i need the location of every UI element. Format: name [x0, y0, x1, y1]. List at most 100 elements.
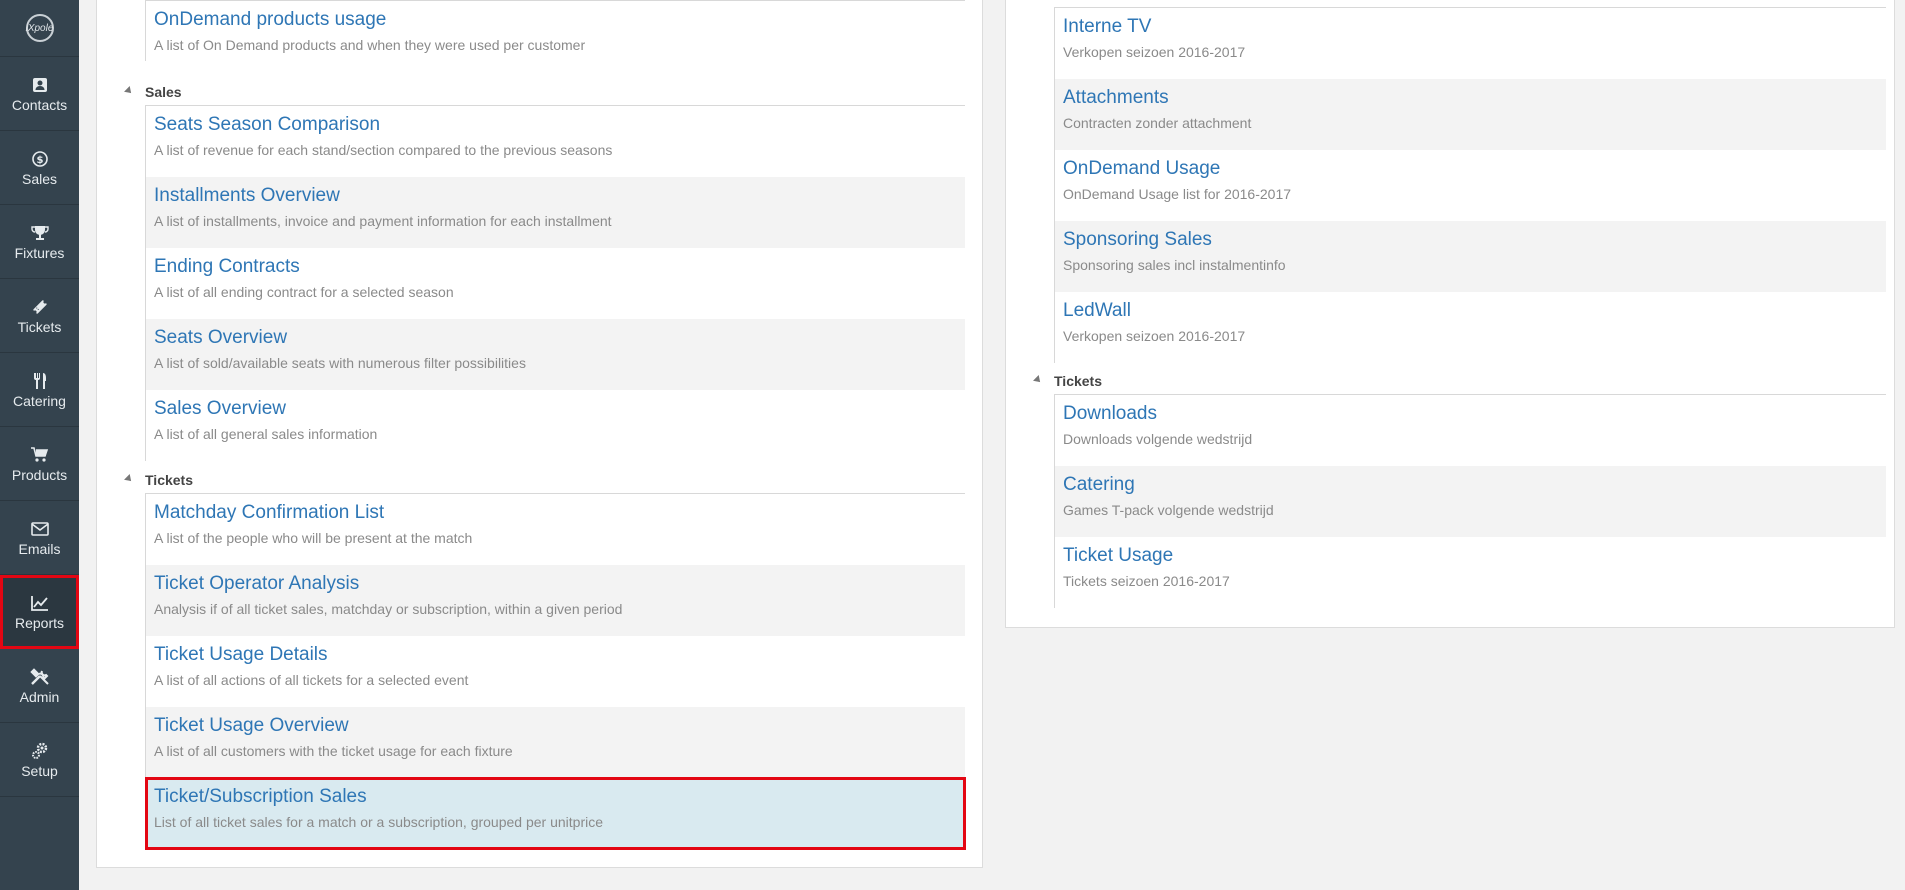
tools-icon [29, 667, 50, 687]
group-name: Tickets [1054, 373, 1102, 389]
report-description: A list of the people who will be present… [154, 530, 473, 546]
report-title-link[interactable]: LedWall [1063, 297, 1878, 325]
report-item-installments-overview[interactable]: Installments Overview A list of installm… [146, 177, 965, 248]
report-list: Downloads Downloads volgende wedstrijd C… [1054, 394, 1886, 608]
report-item-downloads[interactable]: Downloads Downloads volgende wedstrijd [1055, 395, 1886, 466]
report-list: OnDemand products usage A list of On Dem… [145, 0, 965, 61]
group-name: Sales [145, 84, 182, 100]
report-description: A list of all ending contract for a sele… [154, 284, 454, 300]
report-item-ledwall[interactable]: LedWall Verkopen seizoen 2016-2017 [1055, 292, 1886, 363]
sidebar-item-label: Sales [21, 170, 58, 187]
report-title-link[interactable]: Seats Season Comparison [154, 111, 957, 139]
group-header[interactable]: Tickets [124, 465, 965, 493]
collapse-triangle-icon[interactable] [124, 474, 134, 484]
report-item-matchday-confirmation-list[interactable]: Matchday Confirmation List A list of the… [146, 494, 965, 565]
dollar-icon: $ [31, 149, 48, 169]
report-description: Tickets seizoen 2016-2017 [1063, 573, 1230, 589]
collapse-triangle-icon[interactable] [1033, 375, 1043, 385]
report-description: Contracten zonder attachment [1063, 115, 1252, 131]
sidebar-item-label: Admin [19, 688, 60, 705]
report-title-link[interactable]: Ticket Usage [1063, 542, 1878, 570]
report-item-sales-overview[interactable]: Sales Overview A list of all general sal… [146, 390, 965, 461]
report-item-ondemand-products-usage[interactable]: OnDemand products usage A list of On Dem… [146, 1, 965, 61]
sidebar-item-label: Contacts [11, 96, 68, 113]
svg-text:$: $ [36, 155, 43, 166]
gears-icon [30, 741, 50, 761]
sidebar-item-products[interactable]: Products [0, 427, 79, 501]
report-title-link[interactable]: Sponsoring Sales [1063, 226, 1878, 254]
report-group-sales: Sales Seats Season Comparison A list of … [124, 77, 965, 461]
sidebar-item-sales[interactable]: $ Sales [0, 131, 79, 205]
group-header[interactable]: Tickets [1033, 366, 1886, 394]
sidebar-item-tickets[interactable]: Tickets [0, 279, 79, 353]
sidebar-item-setup[interactable]: Setup [0, 723, 79, 797]
report-title-link[interactable]: Catering [1063, 471, 1878, 499]
report-item-seats-overview[interactable]: Seats Overview A list of sold/available … [146, 319, 965, 390]
report-title-link[interactable]: Downloads [1063, 400, 1878, 428]
report-item-ticket-usage-overview[interactable]: Ticket Usage Overview A list of all cust… [146, 707, 965, 778]
sidebar-item-label: Catering [13, 392, 66, 409]
sidebar-item-reports[interactable]: Reports [0, 575, 79, 649]
report-description: Analysis if of all ticket sales, matchda… [154, 601, 623, 617]
report-item-catering[interactable]: Catering Games T-pack volgende wedstrijd [1055, 466, 1886, 537]
sidebar-item-contacts[interactable]: Contacts [0, 57, 79, 131]
report-group-partial: Interne TV Verkopen seizoen 2016-2017 At… [1054, 7, 1886, 363]
sidebar-item-fixtures[interactable]: Fixtures [0, 205, 79, 279]
report-title-link[interactable]: Ticket Usage Overview [154, 712, 957, 740]
report-item-ticket-operator-analysis[interactable]: Ticket Operator Analysis Analysis if of … [146, 565, 965, 636]
sidebar-item-label: Fixtures [14, 244, 65, 261]
chart-icon [30, 593, 49, 613]
report-title-link[interactable]: Attachments [1063, 84, 1878, 112]
report-title-link[interactable]: Ticket Operator Analysis [154, 570, 957, 598]
logo-text: iXpole [25, 22, 54, 34]
contacts-icon [32, 75, 48, 95]
cutlery-icon [31, 371, 49, 391]
group-name: Tickets [145, 472, 193, 488]
report-description: A list of all general sales information [154, 426, 378, 442]
report-description: A list of all actions of all tickets for… [154, 672, 469, 688]
sidebar-item-emails[interactable]: Emails [0, 501, 79, 575]
report-list: Interne TV Verkopen seizoen 2016-2017 At… [1054, 7, 1886, 363]
report-title-link[interactable]: Ticket/Subscription Sales [154, 783, 957, 811]
report-title-link[interactable]: OnDemand Usage [1063, 155, 1878, 183]
report-title-link[interactable]: Ticket Usage Details [154, 641, 957, 669]
report-title-link[interactable]: Installments Overview [154, 182, 957, 210]
app-logo[interactable]: iXpole [0, 0, 79, 57]
report-group-partial: OnDemand products usage A list of On Dem… [145, 0, 965, 61]
envelope-icon [30, 519, 49, 539]
ticket-icon [31, 297, 49, 317]
report-item-ticket-usage-details[interactable]: Ticket Usage Details A list of all actio… [146, 636, 965, 707]
group-header[interactable]: Sales [124, 77, 965, 105]
report-description: Verkopen seizoen 2016-2017 [1063, 44, 1246, 60]
report-title-link[interactable]: OnDemand products usage [154, 6, 957, 34]
report-description: Games T-pack volgende wedstrijd [1063, 502, 1274, 518]
report-item-seats-season-comparison[interactable]: Seats Season Comparison A list of revenu… [146, 106, 965, 177]
collapse-triangle-icon[interactable] [124, 86, 134, 96]
report-description: Sponsoring sales incl instalmentinfo [1063, 257, 1286, 273]
logo-icon: iXpole [25, 14, 54, 42]
report-description: A list of sold/available seats with nume… [154, 355, 526, 371]
report-item-attachments[interactable]: Attachments Contracten zonder attachment [1055, 79, 1886, 150]
sidebar-item-catering[interactable]: Catering [0, 353, 79, 427]
report-description: A list of all customers with the ticket … [154, 743, 513, 759]
report-group-tickets: Tickets Matchday Confirmation List A lis… [124, 465, 966, 850]
report-item-ticket-subscription-sales[interactable]: Ticket/Subscription Sales List of all ti… [145, 777, 966, 850]
report-item-ticket-usage[interactable]: Ticket Usage Tickets seizoen 2016-2017 [1055, 537, 1886, 608]
sidebar-item-label: Reports [14, 614, 65, 631]
sidebar: iXpole Contacts $ Sales Fixtures Tickets… [0, 0, 79, 890]
report-list: Seats Season Comparison A list of revenu… [145, 105, 965, 461]
report-title-link[interactable]: Ending Contracts [154, 253, 957, 281]
report-group-tickets: Tickets Downloads Downloads volgende wed… [1033, 366, 1886, 608]
report-title-link[interactable]: Interne TV [1063, 13, 1878, 41]
report-item-interne-tv[interactable]: Interne TV Verkopen seizoen 2016-2017 [1055, 8, 1886, 79]
cart-icon [30, 445, 49, 465]
report-title-link[interactable]: Seats Overview [154, 324, 957, 352]
report-title-link[interactable]: Sales Overview [154, 395, 957, 423]
report-description: List of all ticket sales for a match or … [154, 814, 603, 830]
report-item-sponsoring-sales[interactable]: Sponsoring Sales Sponsoring sales incl i… [1055, 221, 1886, 292]
sidebar-item-admin[interactable]: Admin [0, 649, 79, 723]
report-description: Verkopen seizoen 2016-2017 [1063, 328, 1246, 344]
report-item-ending-contracts[interactable]: Ending Contracts A list of all ending co… [146, 248, 965, 319]
report-title-link[interactable]: Matchday Confirmation List [154, 499, 957, 527]
report-item-ondemand-usage[interactable]: OnDemand Usage OnDemand Usage list for 2… [1055, 150, 1886, 221]
